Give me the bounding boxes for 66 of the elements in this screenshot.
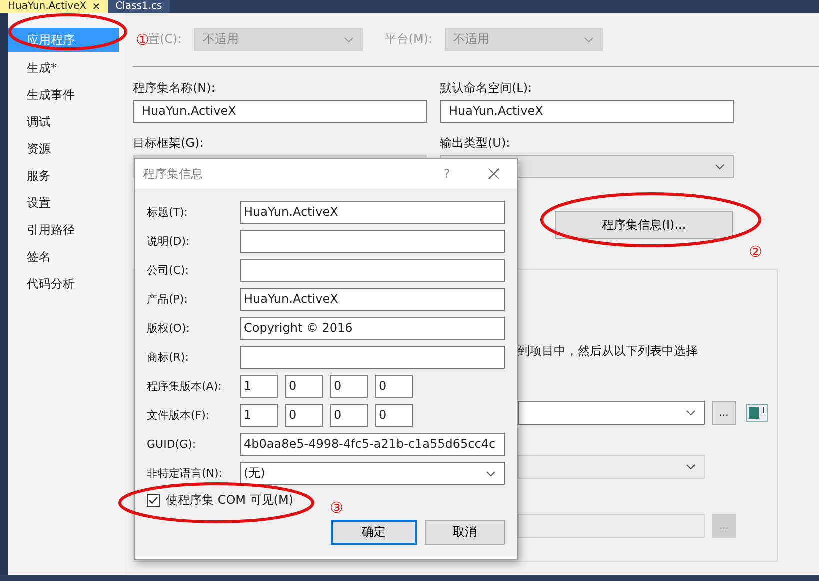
image-file-icon[interactable] <box>746 404 768 422</box>
version-field[interactable]: 0 <box>375 375 413 398</box>
chevron-down-icon <box>715 164 725 170</box>
browse-button[interactable]: ... <box>712 401 736 425</box>
version-field[interactable]: 1 <box>240 404 278 427</box>
input-field[interactable] <box>240 259 505 282</box>
sidebar-item[interactable]: 设置 <box>8 190 125 217</box>
chevron-down-icon <box>344 37 354 43</box>
input-field[interactable]: Copyright © 2016 <box>240 317 505 340</box>
field-label: 默认命名空间(L): <box>440 81 534 95</box>
close-icon[interactable] <box>92 3 100 10</box>
version-field[interactable]: 0 <box>285 404 323 427</box>
sidebar-item[interactable]: 生成* <box>8 55 125 82</box>
version-field[interactable]: 0 <box>330 375 368 398</box>
field-label: 程序集名称(N): <box>133 81 216 95</box>
configuration-label: 置(C): <box>148 31 182 48</box>
input-field[interactable]: HuaYun.ActiveX <box>133 100 427 123</box>
field-label: 商标(R): <box>147 350 190 365</box>
field-label: 文件版本(F): <box>147 408 211 423</box>
sidebar-item[interactable]: 资源 <box>8 136 125 163</box>
field-label: 程序集版本(A): <box>147 379 223 394</box>
checkbox-label[interactable]: 使程序集 COM 可见(M) <box>166 492 294 509</box>
document-tab[interactable]: Class1.cs <box>108 0 170 13</box>
field-label: 输出类型(U): <box>440 136 512 150</box>
sidebar-item[interactable]: 服务 <box>8 163 125 190</box>
field-label: 目标框架(G): <box>133 136 205 150</box>
input-field[interactable]: HuaYun.ActiveX <box>240 288 505 311</box>
ok-button[interactable]: 确定 <box>331 520 417 545</box>
resources-description: 到项目中，然后从以下列表中选择 <box>518 343 699 359</box>
chevron-down-icon <box>686 410 696 416</box>
field-label: 版权(O): <box>147 321 191 336</box>
checkbox[interactable] <box>147 494 160 507</box>
input-field[interactable]: HuaYun.ActiveX <box>240 201 505 224</box>
input-field[interactable]: 4b0aa8e5-4998-4fc5-a21b-c1a55d65cc4c <box>240 433 505 456</box>
field-label: 公司(C): <box>147 263 190 278</box>
cancel-button[interactable]: 取消 <box>425 520 505 545</box>
sidebar-item[interactable]: 签名 <box>8 244 125 271</box>
assembly-info-button[interactable]: 程序集信息(I)... <box>555 211 733 239</box>
chevron-down-icon <box>486 471 496 477</box>
field-label: 标题(T): <box>147 205 190 220</box>
input-field[interactable]: HuaYun.ActiveX <box>440 100 734 123</box>
version-field[interactable]: 0 <box>375 404 413 427</box>
sidebar-item[interactable]: 引用路径 <box>8 217 125 244</box>
field-label: 产品(P): <box>147 292 189 307</box>
sidebar-item[interactable]: 调试 <box>8 109 125 136</box>
dropdown[interactable] <box>518 401 705 425</box>
platform-label: 平台(M): <box>384 31 433 48</box>
field-label: GUID(G): <box>147 438 198 451</box>
field-label: 非特定语言(N): <box>147 466 224 481</box>
sidebar-item[interactable]: 生成事件 <box>8 82 125 109</box>
input-field[interactable] <box>240 346 505 369</box>
chevron-down-icon <box>686 464 696 470</box>
close-icon[interactable] <box>488 168 500 180</box>
chevron-down-icon <box>584 37 594 43</box>
annotation-number: ② <box>749 243 762 261</box>
language-dropdown[interactable]: (无) <box>240 462 505 485</box>
version-field[interactable]: 0 <box>285 375 323 398</box>
annotation-number: ① <box>136 31 150 49</box>
version-field[interactable]: 0 <box>330 404 368 427</box>
input-field[interactable] <box>240 230 505 253</box>
version-field[interactable]: 1 <box>240 375 278 398</box>
document-tab[interactable]: HuaYun.ActiveX <box>0 0 108 13</box>
annotation-number: ③ <box>330 499 344 517</box>
dialog-title: 程序集信息 <box>143 166 203 182</box>
sidebar-item[interactable]: 代码分析 <box>8 271 125 298</box>
field-label: 说明(D): <box>147 234 191 249</box>
